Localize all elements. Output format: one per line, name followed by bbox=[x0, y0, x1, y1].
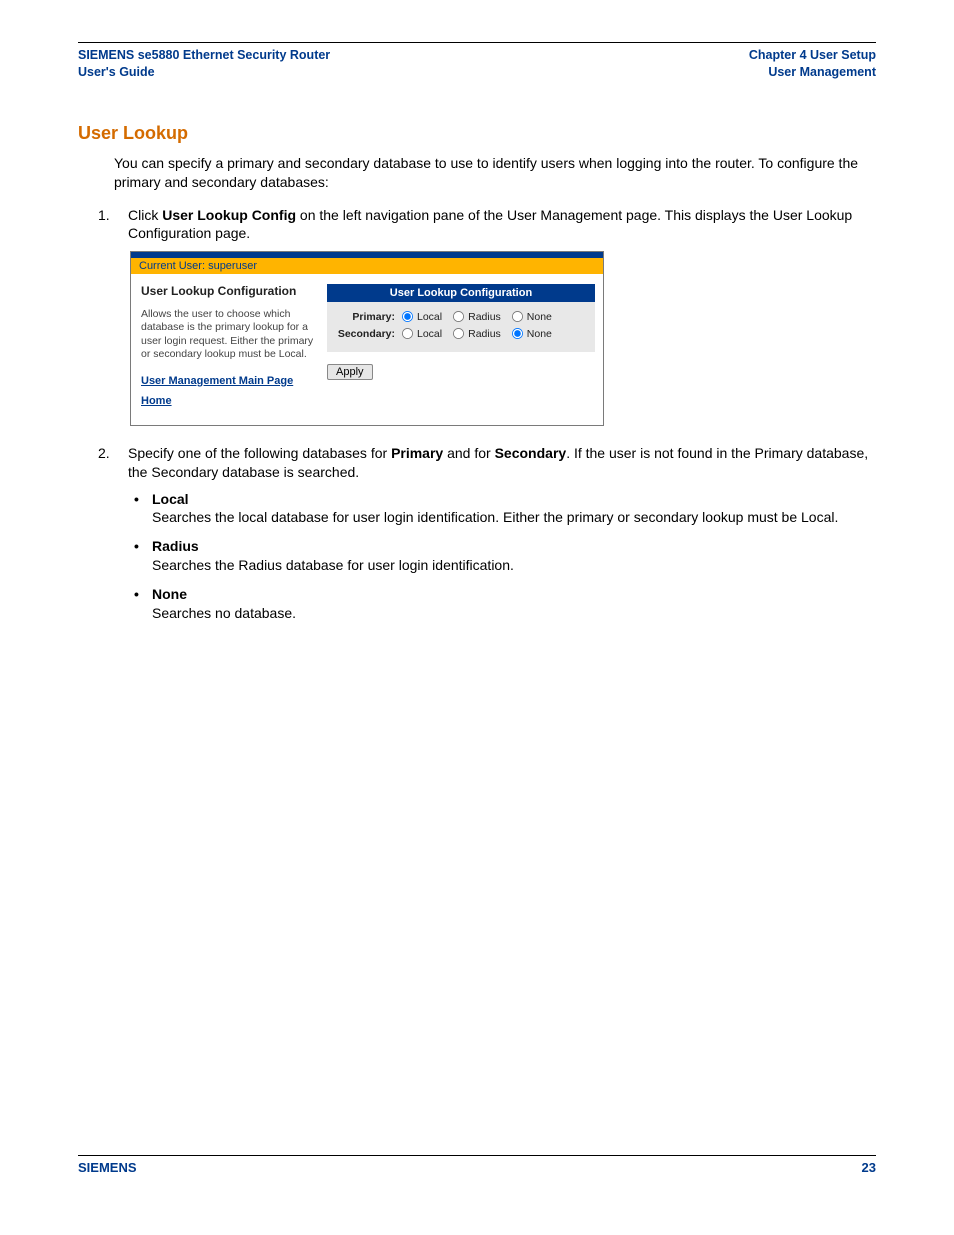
footer-page-number: 23 bbox=[862, 1160, 876, 1175]
step-1-text: Click User Lookup Config on the left nav… bbox=[128, 206, 876, 244]
screenshot-right-pane: User Lookup Configuration Primary: Local… bbox=[327, 274, 603, 425]
primary-local-text: Local bbox=[417, 311, 442, 323]
primary-none-text: None bbox=[527, 311, 552, 323]
link-home[interactable]: Home bbox=[141, 395, 319, 407]
bullet-dot: • bbox=[134, 585, 152, 623]
secondary-local-option[interactable]: Local bbox=[401, 327, 442, 340]
bullet-radius-title: Radius bbox=[152, 538, 199, 554]
intro-paragraph: You can specify a primary and secondary … bbox=[114, 154, 876, 192]
bullet-none-desc: Searches no database. bbox=[152, 605, 296, 621]
bullet-local-desc: Searches the local database for user log… bbox=[152, 509, 838, 525]
secondary-local-radio[interactable] bbox=[402, 328, 413, 339]
config-panel-title: User Lookup Configuration bbox=[327, 284, 595, 302]
step-1-pre: Click bbox=[128, 207, 162, 223]
header-chapter: Chapter 4 User Setup bbox=[749, 47, 876, 64]
primary-none-option[interactable]: None bbox=[511, 310, 552, 323]
primary-radius-radio[interactable] bbox=[453, 311, 464, 322]
bullet-local-title: Local bbox=[152, 491, 189, 507]
bullet-dot: • bbox=[134, 537, 152, 575]
primary-row: Primary: Local Radius None bbox=[333, 310, 589, 323]
bullet-radius-desc: Searches the Radius database for user lo… bbox=[152, 557, 514, 573]
bullet-none: • None Searches no database. bbox=[134, 585, 876, 623]
footer-brand: SIEMENS bbox=[78, 1160, 137, 1175]
primary-local-radio[interactable] bbox=[402, 311, 413, 322]
step-2-mid: and for bbox=[443, 445, 494, 461]
secondary-none-radio[interactable] bbox=[512, 328, 523, 339]
bullet-local: • Local Searches the local database for … bbox=[134, 490, 876, 528]
secondary-none-option[interactable]: None bbox=[511, 327, 552, 340]
secondary-radius-option[interactable]: Radius bbox=[452, 327, 501, 340]
primary-label: Primary: bbox=[333, 311, 401, 323]
step-1: 1. Click User Lookup Config on the left … bbox=[78, 206, 876, 244]
header-section: User Management bbox=[749, 64, 876, 81]
secondary-row: Secondary: Local Radius None bbox=[333, 327, 589, 340]
step-2: 2. Specify one of the following database… bbox=[78, 444, 876, 482]
apply-button[interactable]: Apply bbox=[327, 364, 373, 380]
secondary-label: Secondary: bbox=[333, 328, 401, 340]
section-title: User Lookup bbox=[78, 123, 876, 144]
secondary-none-text: None bbox=[527, 328, 552, 340]
bullet-dot: • bbox=[134, 490, 152, 528]
step-2-text: Specify one of the following databases f… bbox=[128, 444, 876, 482]
screenshot-left-pane: User Lookup Configuration Allows the use… bbox=[131, 274, 327, 425]
footer-rule bbox=[78, 1155, 876, 1156]
step-1-number: 1. bbox=[98, 206, 128, 244]
bullet-radius: • Radius Searches the Radius database fo… bbox=[134, 537, 876, 575]
secondary-local-text: Local bbox=[417, 328, 442, 340]
current-user-bar: Current User: superuser bbox=[131, 258, 603, 274]
left-pane-description: Allows the user to choose which database… bbox=[141, 308, 319, 361]
primary-none-radio[interactable] bbox=[512, 311, 523, 322]
step-2-pre: Specify one of the following databases f… bbox=[128, 445, 391, 461]
primary-radius-text: Radius bbox=[468, 311, 501, 323]
step-2-bold2: Secondary bbox=[495, 445, 567, 461]
bullet-none-title: None bbox=[152, 586, 187, 602]
primary-radius-option[interactable]: Radius bbox=[452, 310, 501, 323]
header-rule bbox=[78, 42, 876, 43]
header-product: SIEMENS se5880 Ethernet Security Router bbox=[78, 47, 330, 64]
page-footer: SIEMENS 23 bbox=[78, 1155, 876, 1175]
step-1-bold: User Lookup Config bbox=[162, 207, 296, 223]
config-panel-body: Primary: Local Radius None Secondary: Lo… bbox=[327, 302, 595, 352]
header-guide: User's Guide bbox=[78, 64, 330, 81]
primary-local-option[interactable]: Local bbox=[401, 310, 442, 323]
left-pane-title: User Lookup Configuration bbox=[141, 284, 319, 298]
page-header: SIEMENS se5880 Ethernet Security Router … bbox=[78, 47, 876, 81]
secondary-radius-radio[interactable] bbox=[453, 328, 464, 339]
step-2-bold1: Primary bbox=[391, 445, 443, 461]
step-2-number: 2. bbox=[98, 444, 128, 482]
embedded-screenshot: Current User: superuser User Lookup Conf… bbox=[130, 251, 604, 426]
link-user-management-main[interactable]: User Management Main Page bbox=[141, 375, 319, 387]
secondary-radius-text: Radius bbox=[468, 328, 501, 340]
